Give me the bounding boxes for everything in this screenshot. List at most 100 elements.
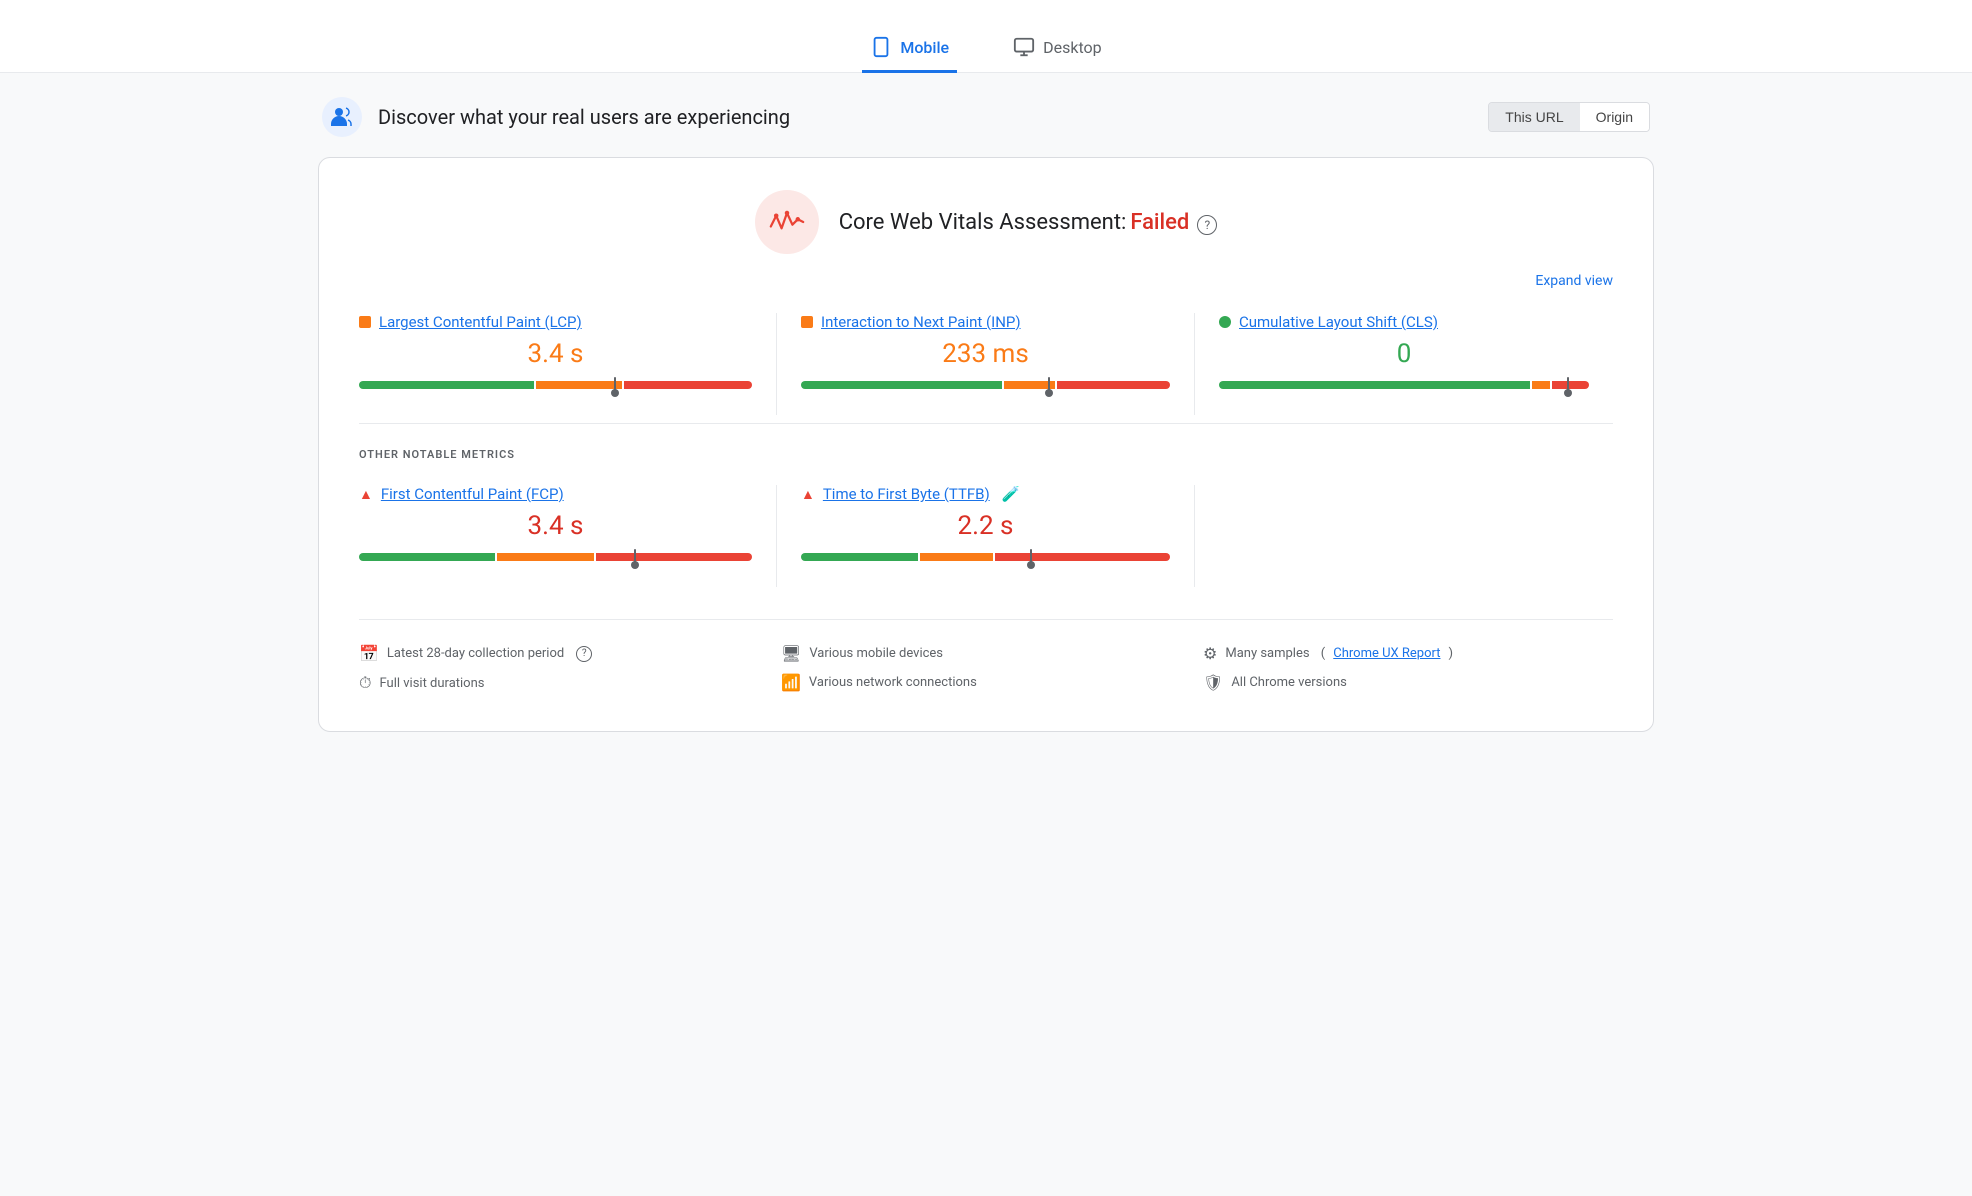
ttfb-bar-segments — [801, 553, 1170, 561]
cls-marker — [1567, 377, 1569, 393]
metric-inp: Interaction to Next Paint (INP) 233 ms — [777, 313, 1195, 415]
footer-mobile-devices: 🖥 Various mobile devices — [781, 644, 1191, 663]
lcp-label-row: Largest Contentful Paint (LCP) — [359, 313, 752, 331]
lcp-bar-orange — [536, 381, 622, 389]
inp-label-row: Interaction to Next Paint (INP) — [801, 313, 1170, 331]
fcp-bar-green — [359, 553, 495, 561]
fcp-marker — [634, 549, 636, 565]
cls-value: 0 — [1219, 339, 1589, 369]
footer-samples-label: Many samples — [1225, 646, 1309, 661]
ttfb-bar-red — [995, 553, 1170, 561]
url-toggle: This URL Origin — [1488, 102, 1650, 132]
ttfb-value: 2.2 s — [801, 511, 1170, 541]
tab-mobile-label: Mobile — [900, 38, 949, 57]
fcp-bar-orange — [497, 553, 594, 561]
cls-label-row: Cumulative Layout Shift (CLS) — [1219, 313, 1589, 331]
cls-indicator — [1219, 316, 1231, 328]
ttfb-bar-orange — [920, 553, 993, 561]
inp-bar-segments — [801, 381, 1170, 389]
footer-chrome-label: All Chrome versions — [1231, 675, 1347, 690]
cls-link[interactable]: Cumulative Layout Shift (CLS) — [1239, 313, 1438, 331]
footer-chrome-versions: 🛡 All Chrome versions — [1203, 673, 1613, 692]
desktop-icon — [1013, 36, 1035, 58]
origin-button[interactable]: Origin — [1580, 103, 1649, 131]
lcp-bar-segments — [359, 381, 752, 389]
footer-samples: ⚙ Many samples ( Chrome UX Report ) — [1203, 644, 1613, 663]
users-icon — [330, 105, 354, 129]
this-url-button[interactable]: This URL — [1489, 103, 1579, 131]
collection-help-icon[interactable]: ? — [576, 646, 592, 662]
ttfb-beaker-icon: 🧪 — [1002, 485, 1021, 503]
cwv-icon — [755, 190, 819, 254]
fcp-bar-segments — [359, 553, 752, 561]
main-content: Discover what your real users are experi… — [286, 73, 1686, 756]
footer-col-3: ⚙ Many samples ( Chrome UX Report ) 🛡 Al… — [1203, 644, 1613, 703]
section-icon — [322, 97, 362, 137]
tab-desktop-label: Desktop — [1043, 38, 1102, 57]
lcp-link[interactable]: Largest Contentful Paint (LCP) — [379, 313, 582, 331]
inp-value: 233 ms — [801, 339, 1170, 369]
dots-icon: ⚙ — [1203, 644, 1217, 663]
section-title: Discover what your real users are experi… — [378, 105, 790, 129]
cls-bar — [1219, 381, 1589, 391]
cls-bar-orange — [1532, 381, 1550, 389]
tab-bar: Mobile Desktop — [0, 0, 1972, 73]
cwv-assessment-label: Core Web Vitals Assessment: — [839, 210, 1127, 235]
cls-bar-red — [1552, 381, 1589, 389]
ttfb-label-row: ▲ Time to First Byte (TTFB) 🧪 — [801, 485, 1170, 503]
footer-network-label: Various network connections — [809, 675, 977, 690]
inp-link[interactable]: Interaction to Next Paint (INP) — [821, 313, 1021, 331]
mobile-icon — [870, 36, 892, 58]
fcp-label-row: ▲ First Contentful Paint (FCP) — [359, 485, 752, 503]
footer-full-visit: ⏱ Full visit durations — [359, 673, 769, 693]
metric-empty — [1195, 485, 1613, 587]
fcp-bar-red — [596, 553, 752, 561]
ttfb-triangle-icon: ▲ — [801, 486, 815, 503]
footer-network: 📶 Various network connections — [781, 673, 1191, 692]
footer-mobile-devices-label: Various mobile devices — [809, 646, 943, 661]
other-metrics-label: OTHER NOTABLE METRICS — [359, 448, 1613, 461]
expand-view: Expand view — [359, 270, 1613, 289]
lcp-bar-green — [359, 381, 534, 389]
footer-full-visit-label: Full visit durations — [379, 676, 484, 691]
metrics-divider — [359, 423, 1613, 424]
ttfb-link[interactable]: Time to First Byte (TTFB) — [823, 485, 990, 503]
cls-bar-segments — [1219, 381, 1589, 389]
tab-desktop[interactable]: Desktop — [1005, 24, 1110, 73]
footer-col-2: 🖥 Various mobile devices 📶 Various netwo… — [781, 644, 1191, 703]
metric-fcp: ▲ First Contentful Paint (FCP) 3.4 s — [359, 485, 777, 587]
fcp-link[interactable]: First Contentful Paint (FCP) — [381, 485, 564, 503]
section-header-left: Discover what your real users are experi… — [322, 97, 790, 137]
inp-bar — [801, 381, 1170, 391]
inp-bar-red — [1057, 381, 1170, 389]
footer-collection-period: 📅 Latest 28-day collection period ? — [359, 644, 769, 663]
section-header: Discover what your real users are experi… — [318, 97, 1654, 137]
expand-link[interactable]: Expand view — [1535, 273, 1613, 289]
cwv-status: Failed — [1130, 210, 1189, 235]
tab-mobile[interactable]: Mobile — [862, 24, 957, 73]
fcp-bar — [359, 553, 752, 563]
ttfb-marker — [1030, 549, 1032, 565]
chrome-ux-report-link[interactable]: Chrome UX Report — [1333, 646, 1440, 661]
metric-ttfb: ▲ Time to First Byte (TTFB) 🧪 2.2 s — [777, 485, 1195, 587]
inp-bar-orange — [1004, 381, 1055, 389]
metric-lcp: Largest Contentful Paint (LCP) 3.4 s — [359, 313, 777, 415]
lcp-indicator — [359, 316, 371, 328]
cwv-help-icon[interactable]: ? — [1197, 215, 1217, 235]
inp-marker — [1048, 377, 1050, 393]
ttfb-bar — [801, 553, 1170, 563]
fcp-triangle-icon: ▲ — [359, 486, 373, 503]
clock-icon: ⏱ — [359, 673, 371, 693]
lcp-value: 3.4 s — [359, 339, 752, 369]
metrics-grid: Largest Contentful Paint (LCP) 3.4 s Int… — [359, 313, 1613, 415]
inp-indicator — [801, 316, 813, 328]
footer-collection-label: Latest 28-day collection period — [387, 646, 564, 661]
cwv-wave-icon — [769, 208, 805, 236]
fcp-value: 3.4 s — [359, 511, 752, 541]
footer-info: 📅 Latest 28-day collection period ? ⏱ Fu… — [359, 619, 1613, 703]
inp-bar-green — [801, 381, 1002, 389]
cls-bar-green — [1219, 381, 1530, 389]
lcp-bar-red — [624, 381, 752, 389]
monitor-icon: 🖥 — [781, 644, 801, 663]
ttfb-bar-green — [801, 553, 918, 561]
